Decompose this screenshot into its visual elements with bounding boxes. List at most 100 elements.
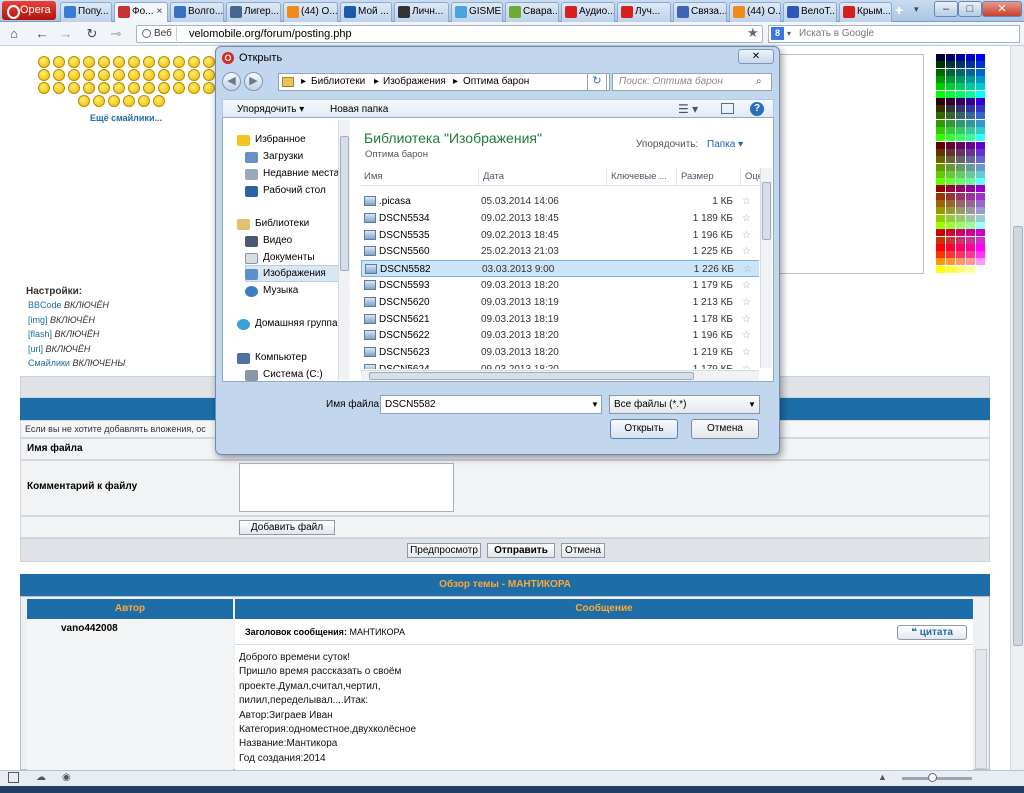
file-type-select[interactable]: Все файлы (*.*) ▼ (609, 395, 760, 414)
view-menu-icon[interactable]: ☰ ▾ (678, 102, 698, 116)
color-swatch[interactable] (946, 163, 955, 171)
color-swatch[interactable] (976, 75, 985, 83)
preview-button[interactable]: Предпросмотр (407, 543, 481, 558)
color-swatch[interactable] (966, 163, 975, 171)
color-swatch[interactable] (946, 192, 955, 200)
new-folder-button[interactable]: Новая папка (330, 104, 388, 115)
color-swatch[interactable] (956, 127, 965, 134)
color-swatch[interactable] (966, 134, 975, 142)
message-textarea[interactable] (778, 54, 924, 274)
smiley-icon[interactable] (83, 82, 95, 94)
tab-4[interactable]: (44) О... (283, 2, 338, 22)
close-tab-icon[interactable]: × (157, 6, 163, 17)
color-swatch[interactable] (936, 141, 945, 149)
rating-star-icon[interactable]: ☆ (742, 311, 751, 328)
color-swatch[interactable] (956, 192, 965, 200)
file-row[interactable]: DSCN5620 09.03.2013 18:19 1 213 КБ ☆ (361, 294, 759, 311)
tab-7[interactable]: GISME... (451, 2, 503, 22)
tab-10[interactable]: Луч... (617, 2, 671, 22)
view-up-icon[interactable]: ▲ (878, 772, 887, 782)
tab-2[interactable]: Волго... (170, 2, 224, 22)
tab-9[interactable]: Аудио... (561, 2, 615, 22)
tab-12[interactable]: (44) О... (729, 2, 781, 22)
submit-button[interactable]: Отправить (487, 543, 555, 558)
color-swatch[interactable] (956, 243, 965, 251)
dialog-cancel-button[interactable]: Отмена (691, 419, 759, 439)
color-swatch[interactable] (976, 54, 985, 61)
color-swatch[interactable] (976, 127, 985, 134)
turbo-icon[interactable]: ◉ (62, 772, 71, 783)
smiley-icon[interactable] (98, 56, 110, 68)
home-icon[interactable]: ⌂ (6, 26, 22, 42)
organize-menu[interactable]: Упорядочить ▾ (237, 104, 304, 115)
color-swatch[interactable] (946, 127, 955, 134)
color-swatch[interactable] (946, 258, 955, 266)
color-swatch[interactable] (936, 156, 945, 164)
nav-video[interactable]: Видео (245, 235, 292, 247)
color-swatch[interactable] (936, 148, 945, 156)
color-swatch[interactable] (956, 170, 965, 178)
color-swatch[interactable] (946, 243, 955, 251)
review-scrollbar[interactable] (975, 649, 987, 769)
smiley-icon[interactable] (53, 69, 65, 81)
color-swatch[interactable] (946, 200, 955, 207)
rating-star-icon[interactable]: ☆ (742, 294, 751, 311)
nav-scrollbar-thumb[interactable] (340, 136, 349, 271)
forward-icon[interactable]: → (58, 26, 74, 42)
color-swatch[interactable] (976, 185, 985, 193)
page-scrollbar[interactable] (1010, 46, 1024, 770)
smiley-icon[interactable] (153, 95, 165, 107)
color-swatch[interactable] (936, 214, 945, 222)
color-swatch[interactable] (946, 156, 955, 164)
nav-libraries[interactable]: Библиотеки (237, 218, 309, 230)
smiley-icon[interactable] (38, 56, 50, 68)
refresh-icon[interactable]: ↻ (587, 73, 607, 91)
smiley-icon[interactable] (128, 69, 140, 81)
chevron-down-icon[interactable]: ▾ (787, 26, 791, 42)
color-swatch[interactable] (936, 112, 945, 120)
color-swatch[interactable] (966, 141, 975, 149)
smiley-icon[interactable] (188, 82, 200, 94)
color-swatch[interactable] (976, 148, 985, 156)
filename-input[interactable]: DSCN5582 ▼ (380, 395, 602, 414)
color-swatch[interactable] (976, 265, 985, 273)
color-swatch[interactable] (946, 229, 955, 237)
color-swatch[interactable] (976, 134, 985, 142)
file-comment-input[interactable] (239, 463, 454, 512)
color-swatch[interactable] (966, 119, 975, 127)
smiley-icon[interactable] (188, 69, 200, 81)
color-swatch[interactable] (976, 207, 985, 215)
color-swatch[interactable] (976, 258, 985, 266)
smiley-icon[interactable] (93, 95, 105, 107)
color-swatch[interactable] (966, 61, 975, 69)
nav-desktop[interactable]: Рабочий стол (245, 185, 326, 197)
smiley-icon[interactable] (158, 56, 170, 68)
color-swatch[interactable] (946, 112, 955, 120)
crumb-libraries[interactable]: Библиотеки (311, 74, 365, 90)
color-swatch[interactable] (976, 97, 985, 105)
dialog-breadcrumb[interactable]: ▸ Библиотеки ▸ Изображения ▸ Оптима баро… (278, 73, 610, 91)
smiley-icon[interactable] (173, 56, 185, 68)
nav-homegroup[interactable]: Домашняя группа (237, 318, 338, 330)
rating-star-icon[interactable]: ☆ (742, 344, 751, 361)
more-smilies-link[interactable]: Ещё смайлики... (90, 113, 162, 123)
dialog-forward-icon[interactable]: ▶ (244, 72, 263, 91)
color-swatch[interactable] (946, 265, 955, 273)
color-swatch[interactable] (956, 61, 965, 69)
col-name[interactable]: Имя (364, 168, 383, 186)
color-swatch[interactable] (966, 243, 975, 251)
color-swatch[interactable] (936, 61, 945, 69)
color-swatch[interactable] (966, 185, 975, 193)
color-swatch[interactable] (966, 83, 975, 91)
color-swatch[interactable] (936, 119, 945, 127)
color-swatch[interactable] (976, 83, 985, 91)
color-swatch[interactable] (966, 75, 975, 83)
color-swatch[interactable] (976, 170, 985, 178)
smiley-icon[interactable] (203, 69, 215, 81)
color-swatch[interactable] (966, 127, 975, 134)
color-swatch[interactable] (946, 68, 955, 76)
color-swatch[interactable] (956, 134, 965, 142)
smiley-icon[interactable] (143, 82, 155, 94)
file-row[interactable]: DSCN5621 09.03.2013 18:19 1 178 КБ ☆ (361, 311, 759, 328)
smiley-icon[interactable] (68, 69, 80, 81)
